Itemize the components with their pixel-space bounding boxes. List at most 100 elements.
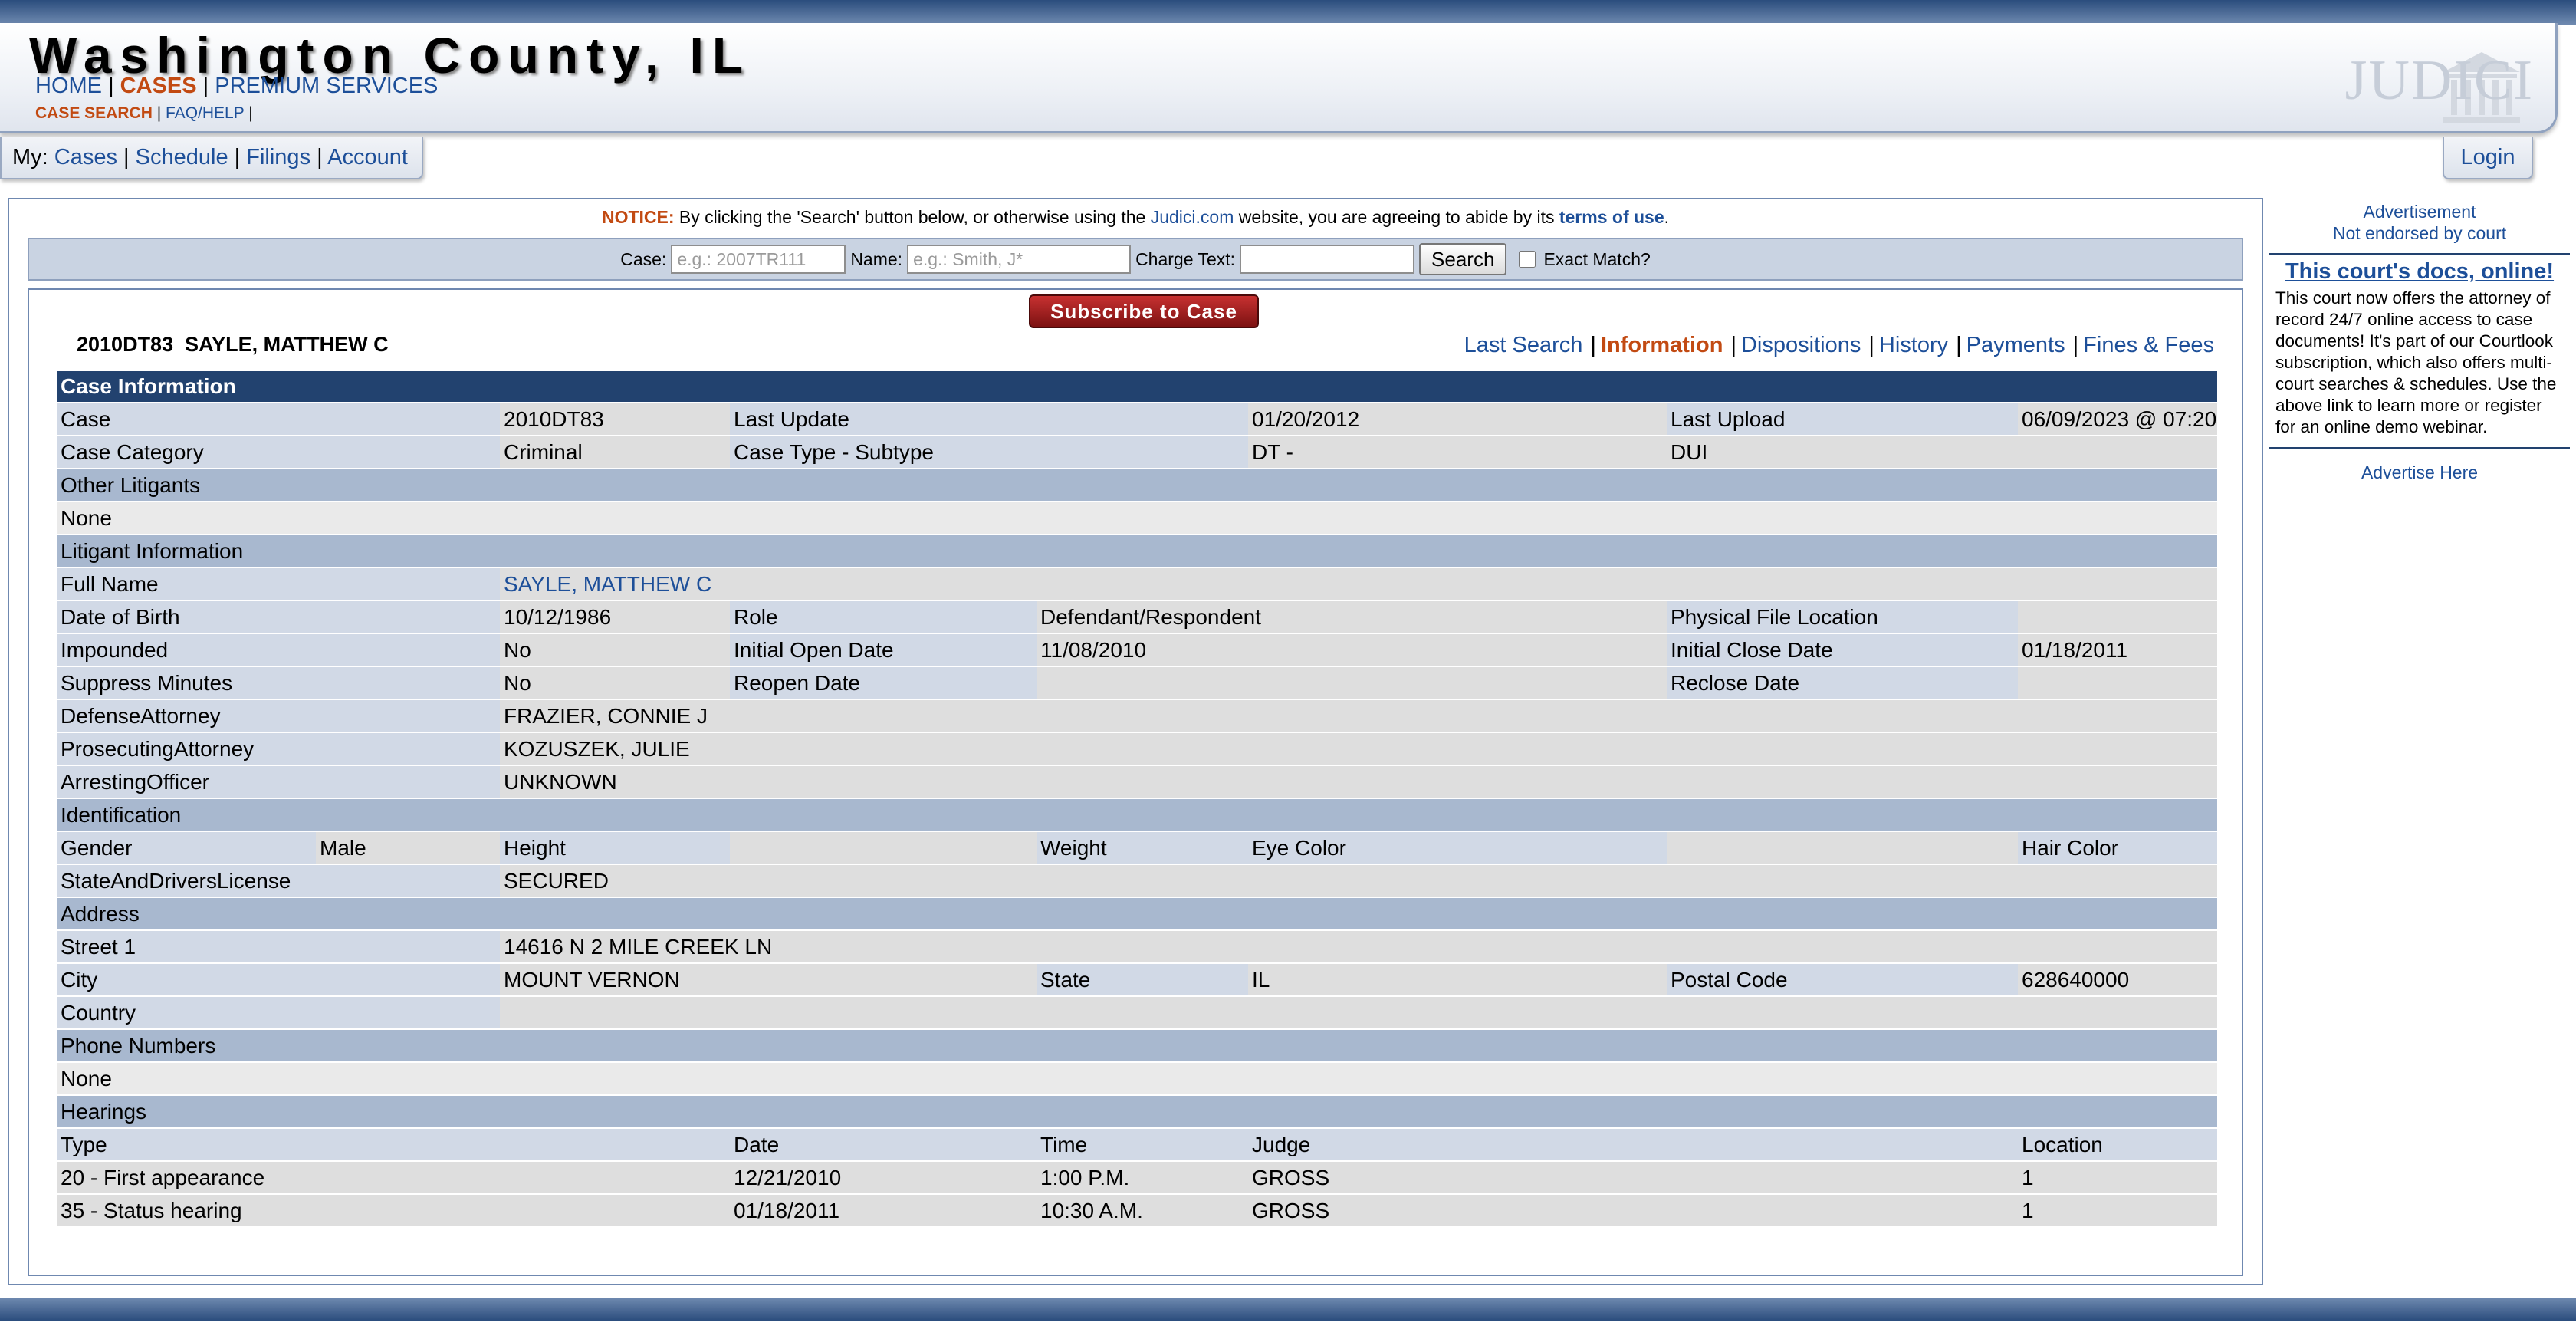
field-label: Eye Color	[1248, 832, 1667, 864]
tab-information[interactable]: Information	[1601, 333, 1723, 357]
sub-nav: CASE SEARCH | FAQ/HELP |	[35, 104, 253, 123]
section-header-identification: Identification	[57, 799, 2218, 831]
field-label: Suppress Minutes	[57, 667, 500, 699]
field-value: 10/12/1986	[500, 601, 730, 633]
section-title: Litigant Information	[57, 535, 2218, 567]
login-button[interactable]: Login	[2443, 137, 2533, 179]
field-label: Case Category	[57, 436, 500, 468]
nav-separator: |	[202, 74, 209, 98]
subscribe-to-case-button[interactable]: Subscribe to Case	[1029, 294, 1259, 328]
ad-body: This court now offers the attorney of re…	[2269, 285, 2570, 449]
section-title: Identification	[57, 799, 2218, 831]
table-row: Full Name SAYLE, MATTHEW C	[57, 568, 2218, 600]
hearing-row: 20 - First appearance 12/21/2010 1:00 P.…	[57, 1162, 2218, 1193]
my-cases-link[interactable]: Cases	[54, 145, 117, 169]
table-row: DefenseAttorney FRAZIER, CONNIE J	[57, 700, 2218, 732]
charge-text-input[interactable]	[1240, 245, 1415, 274]
exact-match-checkbox[interactable]	[1519, 251, 1536, 268]
notice-label: NOTICE:	[601, 207, 675, 227]
advertise-here-link[interactable]: Advertise Here	[2269, 462, 2570, 483]
field-label: StateAndDriversLicense	[57, 865, 500, 897]
hearing-time: 1:00 P.M.	[1037, 1162, 1248, 1193]
my-prefix: My:	[12, 145, 48, 169]
tab-dispositions[interactable]: Dispositions	[1741, 333, 1861, 357]
hearings-header-row: Type Date Time Judge Location	[57, 1129, 2218, 1160]
my-account-link[interactable]: Account	[327, 145, 408, 169]
section-title: Address	[57, 898, 2218, 929]
judici-link[interactable]: Judici.com	[1151, 207, 1234, 227]
nav-premium-services-link[interactable]: PREMIUM SERVICES	[215, 74, 438, 98]
field-value: Male	[316, 832, 500, 864]
field-value: MOUNT VERNON	[500, 964, 1037, 995]
tab-payments[interactable]: Payments	[1967, 333, 2065, 357]
field-value: UNKNOWN	[500, 766, 2218, 798]
notice-bar: NOTICE: By clicking the 'Search' button …	[9, 207, 2262, 228]
section-title: Phone Numbers	[57, 1030, 2218, 1061]
subnav-faq-link[interactable]: FAQ/HELP	[166, 104, 244, 122]
tab-separator: |	[1868, 333, 1875, 357]
section-header-hearings: Hearings	[57, 1096, 2218, 1127]
hearing-date: 01/18/2011	[730, 1195, 1037, 1226]
litigant-name-link[interactable]: SAYLE, MATTHEW C	[504, 572, 711, 596]
main-panel: NOTICE: By clicking the 'Search' button …	[8, 198, 2263, 1285]
tab-last-search[interactable]: Last Search	[1464, 333, 1583, 357]
field-value: No	[500, 667, 730, 699]
bottom-banner-bar	[0, 1298, 2576, 1321]
case-tabs: Last Search | Information | Dispositions | His…	[1464, 333, 2214, 358]
notice-end: .	[1664, 207, 1670, 227]
field-value: Criminal	[500, 436, 730, 468]
field-label: State	[1037, 964, 1248, 995]
my-filings-link[interactable]: Filings	[246, 145, 310, 169]
section-title: Other Litigants	[57, 469, 2218, 501]
field-value: 14616 N 2 MILE CREEK LN	[500, 931, 2218, 962]
search-button[interactable]: Search	[1419, 243, 1507, 275]
field-value	[1667, 832, 2018, 864]
nav-home-link[interactable]: HOME	[35, 74, 102, 98]
case-number-input[interactable]	[671, 245, 846, 274]
tab-history[interactable]: History	[1879, 333, 1948, 357]
tab-separator: |	[1590, 333, 1596, 357]
ad-title-link[interactable]: This court's docs, online!	[2269, 253, 2570, 285]
ad-disclaimer: Not endorsed by court	[2332, 223, 2507, 243]
field-label: Role	[730, 601, 1037, 633]
table-row: ArrestingOfficer UNKNOWN	[57, 766, 2218, 798]
field-label: Hair Color	[2018, 832, 2218, 864]
my-separator: |	[317, 145, 323, 169]
nav-cases-link[interactable]: CASES	[120, 74, 197, 98]
case-search-label: Case:	[620, 248, 667, 269]
table-row: ProsecutingAttorney KOZUSZEK, JULIE	[57, 733, 2218, 765]
field-value	[2018, 667, 2218, 699]
terms-of-use-link[interactable]: terms of use	[1559, 207, 1664, 227]
tab-fines-fees[interactable]: Fines & Fees	[2083, 333, 2214, 357]
table-row: Gender Male Height Weight Eye Color Hair…	[57, 832, 2218, 864]
subnav-case-search-link[interactable]: CASE SEARCH	[35, 104, 153, 122]
hearing-location: 1	[2018, 1195, 2218, 1226]
field-label: Street 1	[57, 931, 500, 962]
table-row: None	[57, 502, 2218, 534]
field-label: Height	[500, 832, 730, 864]
field-label: Last Update	[730, 403, 1248, 435]
exact-match-label: Exact Match?	[1543, 248, 1651, 269]
field-value: SAYLE, MATTHEW C	[500, 568, 2218, 600]
section-header-phone-numbers: Phone Numbers	[57, 1030, 2218, 1061]
field-label: Reopen Date	[730, 667, 1037, 699]
field-label: Last Upload	[1667, 403, 2018, 435]
field-label: ProsecutingAttorney	[57, 733, 500, 765]
column-header: Date	[730, 1129, 1037, 1160]
table-row: Country	[57, 997, 2218, 1028]
subnav-separator: |	[248, 104, 253, 122]
field-value: Defendant/Respondent	[1037, 601, 1667, 633]
my-bar: My: Cases | Schedule | Filings | Account	[0, 137, 423, 179]
my-schedule-link[interactable]: Schedule	[136, 145, 228, 169]
hearing-type: 20 - First appearance	[57, 1162, 730, 1193]
field-value: None	[57, 1063, 2218, 1094]
section-title: Hearings	[57, 1096, 2218, 1127]
field-label: Date of Birth	[57, 601, 500, 633]
logo-text: JUDICI	[2344, 49, 2534, 112]
hearing-row: 35 - Status hearing 01/18/2011 10:30 A.M…	[57, 1195, 2218, 1226]
tab-separator: |	[1956, 333, 1962, 357]
field-value: 628640000	[2018, 964, 2218, 995]
notice-text: By clicking the 'Search' button below, o…	[674, 207, 1151, 227]
name-input[interactable]	[907, 245, 1132, 274]
hearing-location: 1	[2018, 1162, 2218, 1193]
